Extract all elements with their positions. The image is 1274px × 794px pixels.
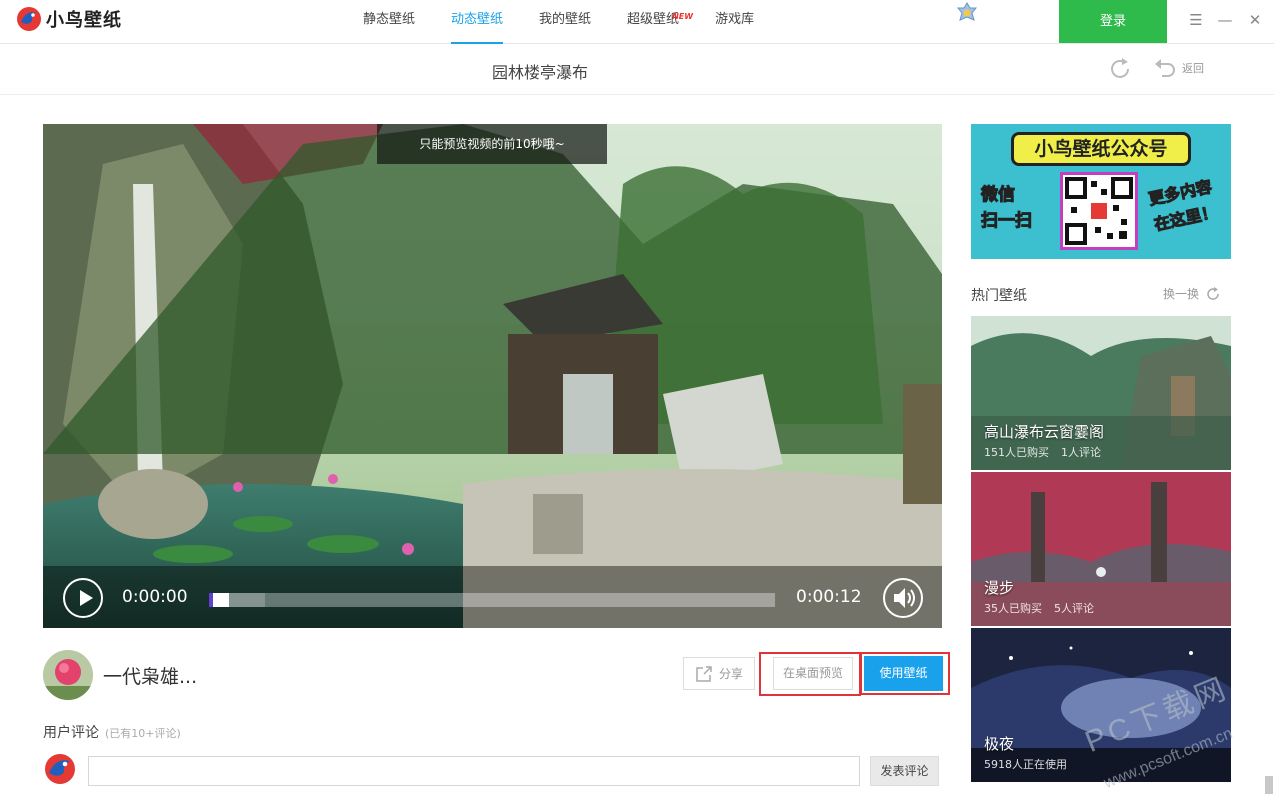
card-title: 高山瀑布云窗霎阁 xyxy=(984,423,1105,441)
swap-label: 换一换 xyxy=(1163,287,1200,301)
qr-code xyxy=(1060,172,1138,250)
author-info: 一代枭雄... xyxy=(43,650,197,700)
desktop-preview-button[interactable]: 在桌面预览 xyxy=(773,657,853,690)
card-comments: 5人评论 xyxy=(1054,602,1094,615)
app-name: 小鸟壁纸 xyxy=(46,10,122,31)
card-title: 极夜 xyxy=(984,735,1015,753)
bird-logo-icon xyxy=(16,6,42,32)
share-icon xyxy=(696,665,712,682)
refresh-icon xyxy=(1207,286,1219,300)
nav-game-library[interactable]: 游戏库 xyxy=(697,0,772,44)
bird-logo-icon xyxy=(43,752,77,790)
back-button[interactable]: 返回 xyxy=(1152,56,1204,80)
hot-wallpaper-card[interactable]: 漫步 35人已购买 5人评论 xyxy=(971,472,1231,626)
menu-icon[interactable]: ☰ xyxy=(1185,9,1207,31)
share-label: 分享 xyxy=(718,667,743,681)
title-bar: 园林楼亭瀑布 返回 xyxy=(0,44,1274,95)
speaker-icon xyxy=(894,588,915,608)
progress-thumb[interactable] xyxy=(209,593,229,607)
duration: 0:00:12 xyxy=(796,587,862,607)
banner-title: 小鸟壁纸公众号 xyxy=(1011,132,1191,166)
new-badge: NEW xyxy=(672,12,694,21)
progress-bar[interactable] xyxy=(209,593,775,607)
use-wallpaper-button[interactable]: 使用壁纸 xyxy=(864,656,943,691)
nav-dynamic-wallpaper[interactable]: 动态壁纸 xyxy=(433,0,521,44)
avatar[interactable] xyxy=(43,650,93,700)
top-bar: 小鸟壁纸 静态壁纸 动态壁纸 我的壁纸 超级壁纸 NEW 游戏库 登录 ☰ — … xyxy=(0,0,1274,44)
banner-left-line: 微信 xyxy=(981,185,1016,206)
page-title: 园林楼亭瀑布 xyxy=(491,63,588,82)
swap-button[interactable]: 换一换 xyxy=(1163,285,1221,302)
banner-left-line: 扫一扫 xyxy=(981,211,1033,232)
nav-static-wallpaper[interactable]: 静态壁纸 xyxy=(345,0,433,44)
card-buyers: 35人已购买 xyxy=(984,602,1042,615)
nav-super-wallpaper[interactable]: 超级壁纸 NEW xyxy=(609,0,697,44)
vip-gem-icon[interactable] xyxy=(956,2,978,28)
card-stats: 35人已购买 5人评论 xyxy=(984,600,1106,616)
comments-count: (已有10+评论) xyxy=(105,727,181,740)
minimize-icon[interactable]: — xyxy=(1214,9,1236,31)
comments-label: 用户评论 xyxy=(43,725,99,741)
app-logo[interactable]: 小鸟壁纸 xyxy=(16,6,122,32)
comment-input[interactable] xyxy=(88,756,860,786)
nav-my-wallpaper[interactable]: 我的壁纸 xyxy=(521,0,609,44)
card-stats: 5918人正在使用 xyxy=(984,756,1079,772)
back-label: 返回 xyxy=(1182,62,1204,75)
scrollbar[interactable] xyxy=(1265,776,1273,794)
card-stats: 151人已购买 1人评论 xyxy=(984,444,1113,460)
main-nav: 静态壁纸 动态壁纸 我的壁纸 超级壁纸 NEW 游戏库 xyxy=(345,0,772,44)
card-title: 漫步 xyxy=(984,579,1015,597)
close-icon[interactable]: ✕ xyxy=(1244,9,1266,31)
card-comments: 1人评论 xyxy=(1061,446,1101,459)
current-time: 0:00:00 xyxy=(122,587,188,607)
share-button[interactable]: 分享 xyxy=(683,657,755,690)
back-arrow-icon xyxy=(1155,59,1175,77)
volume-button[interactable] xyxy=(883,578,923,618)
play-button[interactable] xyxy=(63,578,103,618)
preview-limit-notice: 只能预览视频的前10秒哦~ xyxy=(377,124,607,164)
post-comment-button[interactable]: 发表评论 xyxy=(870,756,939,786)
video-controls: 0:00:00 0:00:12 xyxy=(43,566,942,628)
banner-left-text: 微信 扫一扫 xyxy=(981,182,1033,234)
author-name[interactable]: 一代枭雄... xyxy=(103,662,197,689)
hot-wallpaper-card[interactable]: 高山瀑布云窗霎阁 151人已购买 1人评论 xyxy=(971,316,1231,470)
wechat-banner[interactable]: 小鸟壁纸公众号 微信 扫一扫 更多内容 在这里！ xyxy=(971,124,1231,259)
comments-title: 用户评论 (已有10+评论) xyxy=(43,722,181,742)
refresh-icon[interactable] xyxy=(1107,56,1133,86)
wallpaper-preview-image xyxy=(43,124,942,628)
video-player[interactable]: 只能预览视频的前10秒哦~ 0:00:00 0:00:12 xyxy=(43,124,942,628)
card-buyers: 151人已购买 xyxy=(984,446,1049,459)
hot-wallpapers-title: 热门壁纸 xyxy=(971,288,1027,304)
card-users: 5918人正在使用 xyxy=(984,758,1067,771)
login-button[interactable]: 登录 xyxy=(1059,0,1167,43)
banner-right-text: 更多内容 在这里！ xyxy=(1146,174,1219,238)
